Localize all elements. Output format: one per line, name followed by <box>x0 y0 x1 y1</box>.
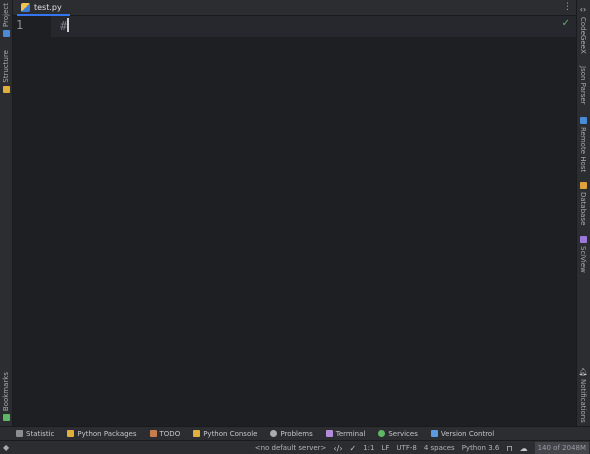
structure-label: Structure <box>2 50 10 83</box>
indent-setting[interactable]: 4 spaces <box>424 444 455 452</box>
right-tool-strip: ‹› CodeGeeX Json Parser Remote Host Data… <box>576 0 590 426</box>
python-console-label: Python Console <box>203 429 258 438</box>
bookmarks-icon <box>3 414 10 422</box>
database-tool-button[interactable]: Database <box>576 182 590 225</box>
remote-host-tool-button[interactable]: Remote Host <box>576 117 590 172</box>
ide-window: Project Structure Bookmarks test.py ⋮ 1 … <box>0 0 590 454</box>
text-caret <box>67 18 69 32</box>
file-encoding[interactable]: UTF-8 <box>396 444 416 452</box>
python-packages-tool-button[interactable]: Python Packages <box>67 429 137 438</box>
layers-icon[interactable]: ◆ <box>3 443 9 452</box>
todo-tool-button[interactable]: TODO <box>149 429 181 438</box>
tab-filename: test.py <box>34 2 62 12</box>
terminal-tool-button[interactable]: Terminal <box>325 429 366 438</box>
editor-tab-bar: test.py ⋮ <box>13 0 576 16</box>
tab-more-icon[interactable]: ⋮ <box>563 2 572 12</box>
sciview-icon <box>579 236 587 243</box>
sciview-tool-button[interactable]: SciView <box>576 236 590 273</box>
services-label: Services <box>388 429 418 438</box>
bookmarks-label: Bookmarks <box>2 372 10 412</box>
version-control-icon <box>430 430 438 437</box>
editor-tab[interactable]: test.py <box>17 0 70 16</box>
statistic-icon <box>16 430 23 437</box>
terminal-label: Terminal <box>335 429 366 438</box>
terminal-icon <box>325 430 333 437</box>
project-icon <box>3 29 10 37</box>
vcs-icon[interactable]: ✓ <box>350 444 357 453</box>
status-bar: ◆ <no default server> ‹/› ✓ 1:1 LF UTF-8… <box>0 440 590 454</box>
python-packages-label: Python Packages <box>77 429 137 438</box>
code-text: # <box>60 19 68 33</box>
problems-icon <box>270 430 278 437</box>
codegeex-tool-button[interactable]: ‹› CodeGeeX <box>576 5 590 54</box>
current-line-highlight <box>13 16 576 37</box>
structure-tool-button[interactable]: Structure <box>0 50 13 93</box>
left-tool-strip: Project Structure Bookmarks <box>0 0 13 426</box>
project-tool-button[interactable]: Project <box>0 3 13 37</box>
statistic-label: Statistic <box>26 429 55 438</box>
sciview-label: SciView <box>579 246 587 273</box>
python-file-icon <box>21 2 30 12</box>
memory-indicator[interactable]: 140 of 2048M <box>534 442 589 454</box>
python-packages-icon <box>67 430 75 437</box>
lock-icon[interactable]: ⊓ <box>506 444 512 453</box>
json-parser-tool-button[interactable]: Json Parser <box>576 66 590 105</box>
code-with-me-icon[interactable]: ‹/› <box>333 444 342 453</box>
line-number: 1 <box>16 18 24 32</box>
caret-position[interactable]: 1:1 <box>363 444 374 452</box>
code-editor[interactable]: 1 # ✓ <box>13 16 576 426</box>
version-control-tool-button[interactable]: Version Control <box>430 429 495 438</box>
line-separator[interactable]: LF <box>381 444 389 452</box>
code-line[interactable]: # <box>60 18 69 33</box>
remote-host-label: Remote Host <box>579 127 587 173</box>
remote-host-icon <box>579 117 587 124</box>
codegeex-icon: ‹› <box>579 5 587 14</box>
todo-label: TODO <box>159 429 181 438</box>
structure-icon <box>3 85 10 93</box>
todo-icon <box>149 430 157 437</box>
notifications-tool-button[interactable]: 🔔︎ Notifications <box>576 368 590 423</box>
version-control-label: Version Control <box>440 429 495 438</box>
python-console-icon <box>193 430 201 437</box>
python-console-tool-button[interactable]: Python Console <box>193 430 257 438</box>
problems-label: Problems <box>280 429 313 438</box>
project-label: Project <box>2 3 10 27</box>
database-icon <box>579 182 587 189</box>
default-server-widget[interactable]: <no default server> <box>255 444 327 452</box>
notifications-label: Notifications <box>579 379 587 423</box>
tool-windows-bar: Statistic Python Packages TODO Python Co… <box>0 426 590 440</box>
notifications-icon: 🔔︎ <box>578 368 588 376</box>
codegeex-label: CodeGeeX <box>579 17 587 54</box>
status-widgets: <no default server> ‹/› ✓ 1:1 LF UTF-8 4… <box>255 441 590 454</box>
database-label: Database <box>579 192 587 226</box>
statistic-tool-button[interactable]: Statistic <box>16 430 54 438</box>
python-interpreter[interactable]: Python 3.6 <box>462 444 500 452</box>
services-icon <box>378 430 386 437</box>
problems-tool-button[interactable]: Problems <box>270 429 313 438</box>
bookmarks-tool-button[interactable]: Bookmarks <box>0 372 13 422</box>
services-tool-button[interactable]: Services <box>378 430 418 438</box>
cloud-icon[interactable]: ☁ <box>520 444 528 453</box>
editor-gutter <box>13 16 51 426</box>
json-parser-label: Json Parser <box>579 66 587 105</box>
inspection-ok-icon[interactable]: ✓ <box>562 18 570 29</box>
